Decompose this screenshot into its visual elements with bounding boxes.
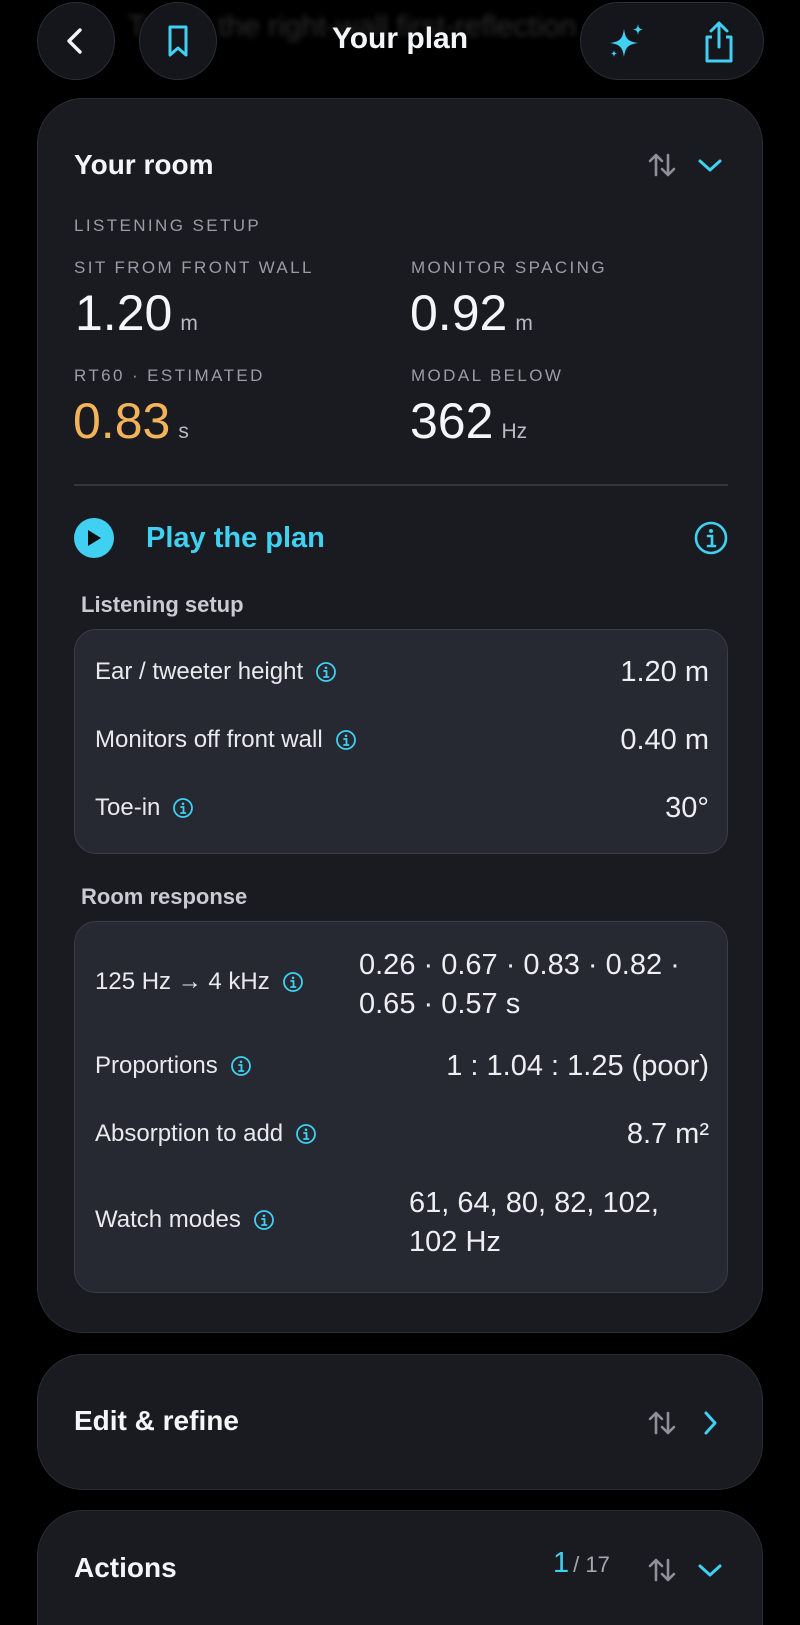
room-card: Your room LISTENING SETUP SIT FROM FRONT… xyxy=(37,98,763,1333)
row-label: Toe-in xyxy=(95,794,161,821)
info-icon[interactable] xyxy=(282,971,304,993)
info-icon[interactable] xyxy=(172,797,194,819)
actions-card[interactable]: Actions 1/ 17 xyxy=(37,1510,763,1625)
row-value: 0.26 · 0.67 · 0.83 · 0.82 · 0.65 · 0.57 … xyxy=(359,949,680,1020)
setting-row[interactable]: Absorption to add 8.7 m² xyxy=(75,1118,729,1154)
row-label: Absorption to add xyxy=(95,1120,284,1147)
listening-setup-group-label: Listening setup xyxy=(81,592,244,617)
info-icon[interactable] xyxy=(253,1209,275,1231)
plan-screen: Toe-in the right-wall first-reflection Y… xyxy=(0,0,800,1625)
row-value: 61, 64, 80, 82, 102, 102 Hz xyxy=(409,1187,659,1258)
info-icon xyxy=(694,521,728,555)
play-button[interactable] xyxy=(74,518,114,558)
reorder-icon xyxy=(648,153,676,177)
metric-label: MODAL BELOW xyxy=(411,366,564,385)
setting-row[interactable]: 125 Hz → 4 kHz 0.26 · 0.67 · 0.83 · 0.82… xyxy=(75,946,729,1026)
metric-value: 1.20 m xyxy=(75,285,198,341)
row-value: 30° xyxy=(665,792,709,824)
row-value: 8.7 m² xyxy=(626,1118,709,1150)
ai-assist-button[interactable] xyxy=(581,3,673,81)
metric-value: 362 Hz xyxy=(410,393,528,449)
setting-row[interactable]: Monitors off front wall 0.40 m xyxy=(75,724,729,760)
room-response-box: 125 Hz → 4 kHz 0.26 · 0.67 · 0.83 · 0.82… xyxy=(74,921,728,1293)
reorder-icon xyxy=(648,1558,676,1582)
actions-total: / 17 xyxy=(573,1552,610,1577)
row-label: Watch modes xyxy=(95,1206,241,1233)
metric-label: RT60 · ESTIMATED xyxy=(74,366,265,385)
metric-label: SIT FROM FRONT WALL xyxy=(74,258,314,277)
info-button[interactable] xyxy=(693,520,729,556)
actions-title: Actions xyxy=(74,1552,177,1583)
collapse-button[interactable] xyxy=(675,1552,745,1588)
setting-row[interactable]: Proportions 1 : 1.04 : 1.25 (poor) xyxy=(75,1050,729,1086)
row-label: 125 Hz → 4 kHz xyxy=(95,968,270,995)
listening-setup-section-label: LISTENING SETUP xyxy=(74,216,262,235)
info-icon[interactable] xyxy=(295,1123,317,1145)
top-bar: Toe-in the right-wall first-reflection Y… xyxy=(0,0,800,84)
setting-row[interactable]: Ear / tweeter height 1.20 m xyxy=(75,656,729,692)
edit-refine-title: Edit & refine xyxy=(74,1405,239,1436)
edit-refine-card[interactable]: Edit & refine xyxy=(37,1354,763,1490)
row-label: Proportions xyxy=(95,1052,218,1079)
rt60-value: 0.83 s xyxy=(73,393,189,449)
row-value: 1.20 m xyxy=(620,656,709,688)
info-icon[interactable] xyxy=(230,1055,252,1077)
play-the-plan-link[interactable]: Play the plan xyxy=(146,522,325,555)
top-actions-pill xyxy=(580,2,764,80)
actions-current: 1 xyxy=(553,1547,570,1579)
row-label: Ear / tweeter height xyxy=(95,658,304,685)
collapse-button[interactable] xyxy=(675,147,745,183)
actions-counter: 1/ 17 xyxy=(553,1547,610,1580)
share-icon xyxy=(705,21,733,63)
info-icon[interactable] xyxy=(315,661,337,683)
metric-value: 0.92 m xyxy=(410,285,533,341)
play-icon xyxy=(88,530,101,546)
metric-label: MONITOR SPACING xyxy=(411,258,607,277)
open-button[interactable] xyxy=(675,1405,745,1441)
info-icon[interactable] xyxy=(335,729,357,751)
setting-row[interactable]: Toe-in 30° xyxy=(75,792,729,828)
row-label: Monitors off front wall xyxy=(95,726,323,753)
share-button[interactable] xyxy=(673,3,765,81)
reorder-icon xyxy=(648,1411,676,1435)
sparkle-icon xyxy=(610,24,643,57)
listening-setup-box: Ear / tweeter height 1.20 m Monitors off… xyxy=(74,629,728,854)
room-response-group-label: Room response xyxy=(81,884,248,909)
divider xyxy=(74,484,728,486)
row-value: 1 : 1.04 : 1.25 (poor) xyxy=(446,1050,709,1082)
setting-row[interactable]: Watch modes 61, 64, 80, 82, 102, 102 Hz xyxy=(75,1184,729,1264)
room-card-title: Your room xyxy=(74,149,214,180)
chevron-down-icon xyxy=(698,1564,722,1577)
chevron-right-icon xyxy=(704,1411,717,1435)
row-value: 0.40 m xyxy=(620,724,709,756)
chevron-down-icon xyxy=(698,159,722,172)
